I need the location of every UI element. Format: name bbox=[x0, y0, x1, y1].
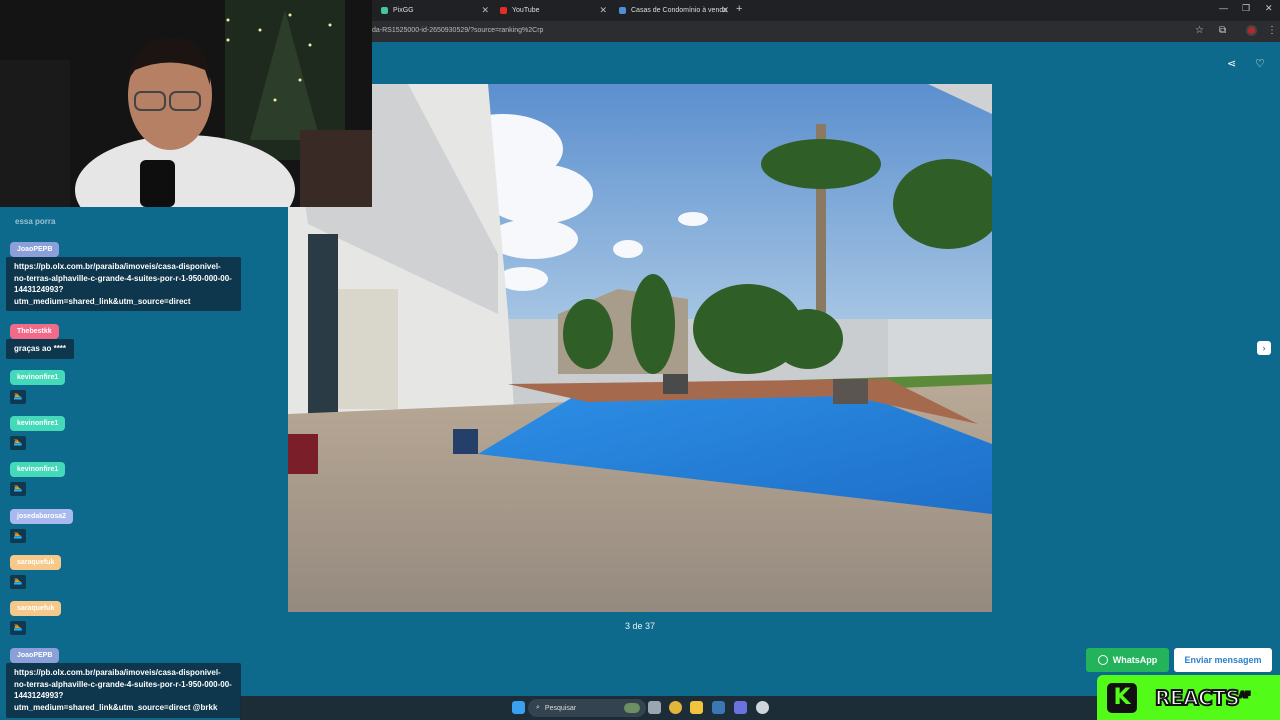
chat-username: JoaoPEPB bbox=[10, 242, 60, 257]
tab-youtube[interactable]: YouTube ✕ bbox=[500, 3, 607, 18]
chat-username: Thebestkk bbox=[10, 324, 59, 339]
reacts-text: REACTS bbox=[1154, 685, 1241, 711]
chat-username: JoaoPEPB bbox=[10, 648, 60, 663]
youtube-icon bbox=[500, 7, 507, 14]
send-message-button[interactable]: Enviar mensagem bbox=[1174, 648, 1272, 672]
share-icon[interactable]: ⋖ bbox=[1227, 57, 1236, 70]
tab-casas[interactable]: Casas de Condomínio à venda ✕ bbox=[619, 3, 729, 18]
chat-emote: 🏊 bbox=[10, 621, 26, 635]
tab-label: YouTube bbox=[512, 7, 540, 14]
chat-message-text: https://pb.olx.com.br/paraiba/imoveis/ca… bbox=[6, 257, 241, 311]
whatsapp-label: WhatsApp bbox=[1112, 655, 1158, 665]
restore-icon[interactable]: ❐ bbox=[1242, 3, 1250, 14]
tab-label: PixGG bbox=[393, 7, 414, 14]
steam-icon[interactable] bbox=[712, 701, 725, 714]
chat-emote: 🏊 bbox=[10, 575, 26, 589]
close-icon[interactable]: ✕ bbox=[599, 5, 607, 16]
chat-username: kevinonfire1 bbox=[10, 462, 66, 477]
chat-emote: 🏊 bbox=[10, 529, 26, 543]
next-photo-arrow-icon[interactable]: › bbox=[1257, 341, 1271, 355]
chat-message-text: https://pb.olx.com.br/paraiba/imoveis/ca… bbox=[6, 663, 241, 718]
property-photo bbox=[288, 84, 992, 612]
reacts-superscript: AF bbox=[1238, 689, 1251, 700]
olx-icon bbox=[619, 7, 626, 14]
obs-icon[interactable] bbox=[756, 701, 769, 714]
tab-pixgg[interactable]: PixGG ✕ bbox=[381, 3, 489, 18]
tab-label: Casas de Condomínio à venda bbox=[631, 7, 728, 14]
search-highlight-icon bbox=[624, 703, 640, 713]
chat-username: kevinonfire1 bbox=[10, 416, 66, 431]
chat-username: kevinonfire1 bbox=[10, 370, 66, 385]
url-field[interactable]: da-RS1525000-id-2650930529/?source=ranki… bbox=[372, 27, 543, 34]
close-icon[interactable]: ✕ bbox=[481, 5, 489, 16]
whatsapp-button[interactable]: WhatsApp bbox=[1086, 648, 1169, 672]
chat-username: josedabarosa2 bbox=[10, 509, 74, 524]
chat-emote: 🏊 bbox=[10, 390, 26, 404]
kick-logo: K bbox=[1107, 682, 1137, 713]
chat-message-text: graças ao **** bbox=[6, 339, 75, 359]
search-icon: ⌕ bbox=[536, 704, 540, 711]
minimize-icon[interactable]: — bbox=[1219, 3, 1228, 13]
reacts-label: REACTSAF bbox=[1154, 685, 1251, 711]
taskbar-search[interactable]: ⌕ Pesquisar bbox=[528, 699, 646, 717]
chat-username: saraquefuk bbox=[10, 555, 62, 570]
pixgg-icon bbox=[381, 7, 388, 14]
chat-emote: 🏊 bbox=[10, 436, 26, 450]
discord-icon[interactable] bbox=[734, 701, 747, 714]
chat-faded-message: essa porra bbox=[15, 217, 56, 226]
close-icon[interactable]: ✕ bbox=[721, 5, 729, 16]
streamer-webcam bbox=[0, 0, 372, 207]
pool-backyard-image bbox=[288, 84, 992, 612]
photo-counter: 3 de 37 bbox=[624, 621, 656, 631]
extensions-icon[interactable]: ⧉ bbox=[1219, 25, 1226, 36]
favorite-heart-icon[interactable]: ♡ bbox=[1255, 57, 1265, 70]
chat-username: saraquefuk bbox=[10, 601, 62, 616]
profile-avatar[interactable] bbox=[1246, 25, 1257, 36]
search-placeholder: Pesquisar bbox=[544, 704, 577, 712]
chat-emote: 🏊 bbox=[10, 482, 26, 496]
windows-start-icon[interactable] bbox=[512, 701, 525, 714]
task-view-icon[interactable] bbox=[648, 701, 661, 714]
kick-reacts-badge: K REACTSAF bbox=[1097, 675, 1280, 720]
menu-icon[interactable]: ⋮ bbox=[1267, 25, 1277, 36]
chrome-icon[interactable] bbox=[669, 701, 682, 714]
close-window-icon[interactable]: ✕ bbox=[1265, 3, 1273, 14]
new-tab-icon[interactable]: + bbox=[736, 3, 742, 15]
windows-taskbar: ⌕ Pesquisar bbox=[240, 696, 1097, 720]
whatsapp-icon bbox=[1097, 655, 1108, 665]
bookmark-star-icon[interactable]: ☆ bbox=[1195, 25, 1204, 36]
file-explorer-icon[interactable] bbox=[690, 701, 703, 714]
webcam-image bbox=[0, 0, 372, 207]
